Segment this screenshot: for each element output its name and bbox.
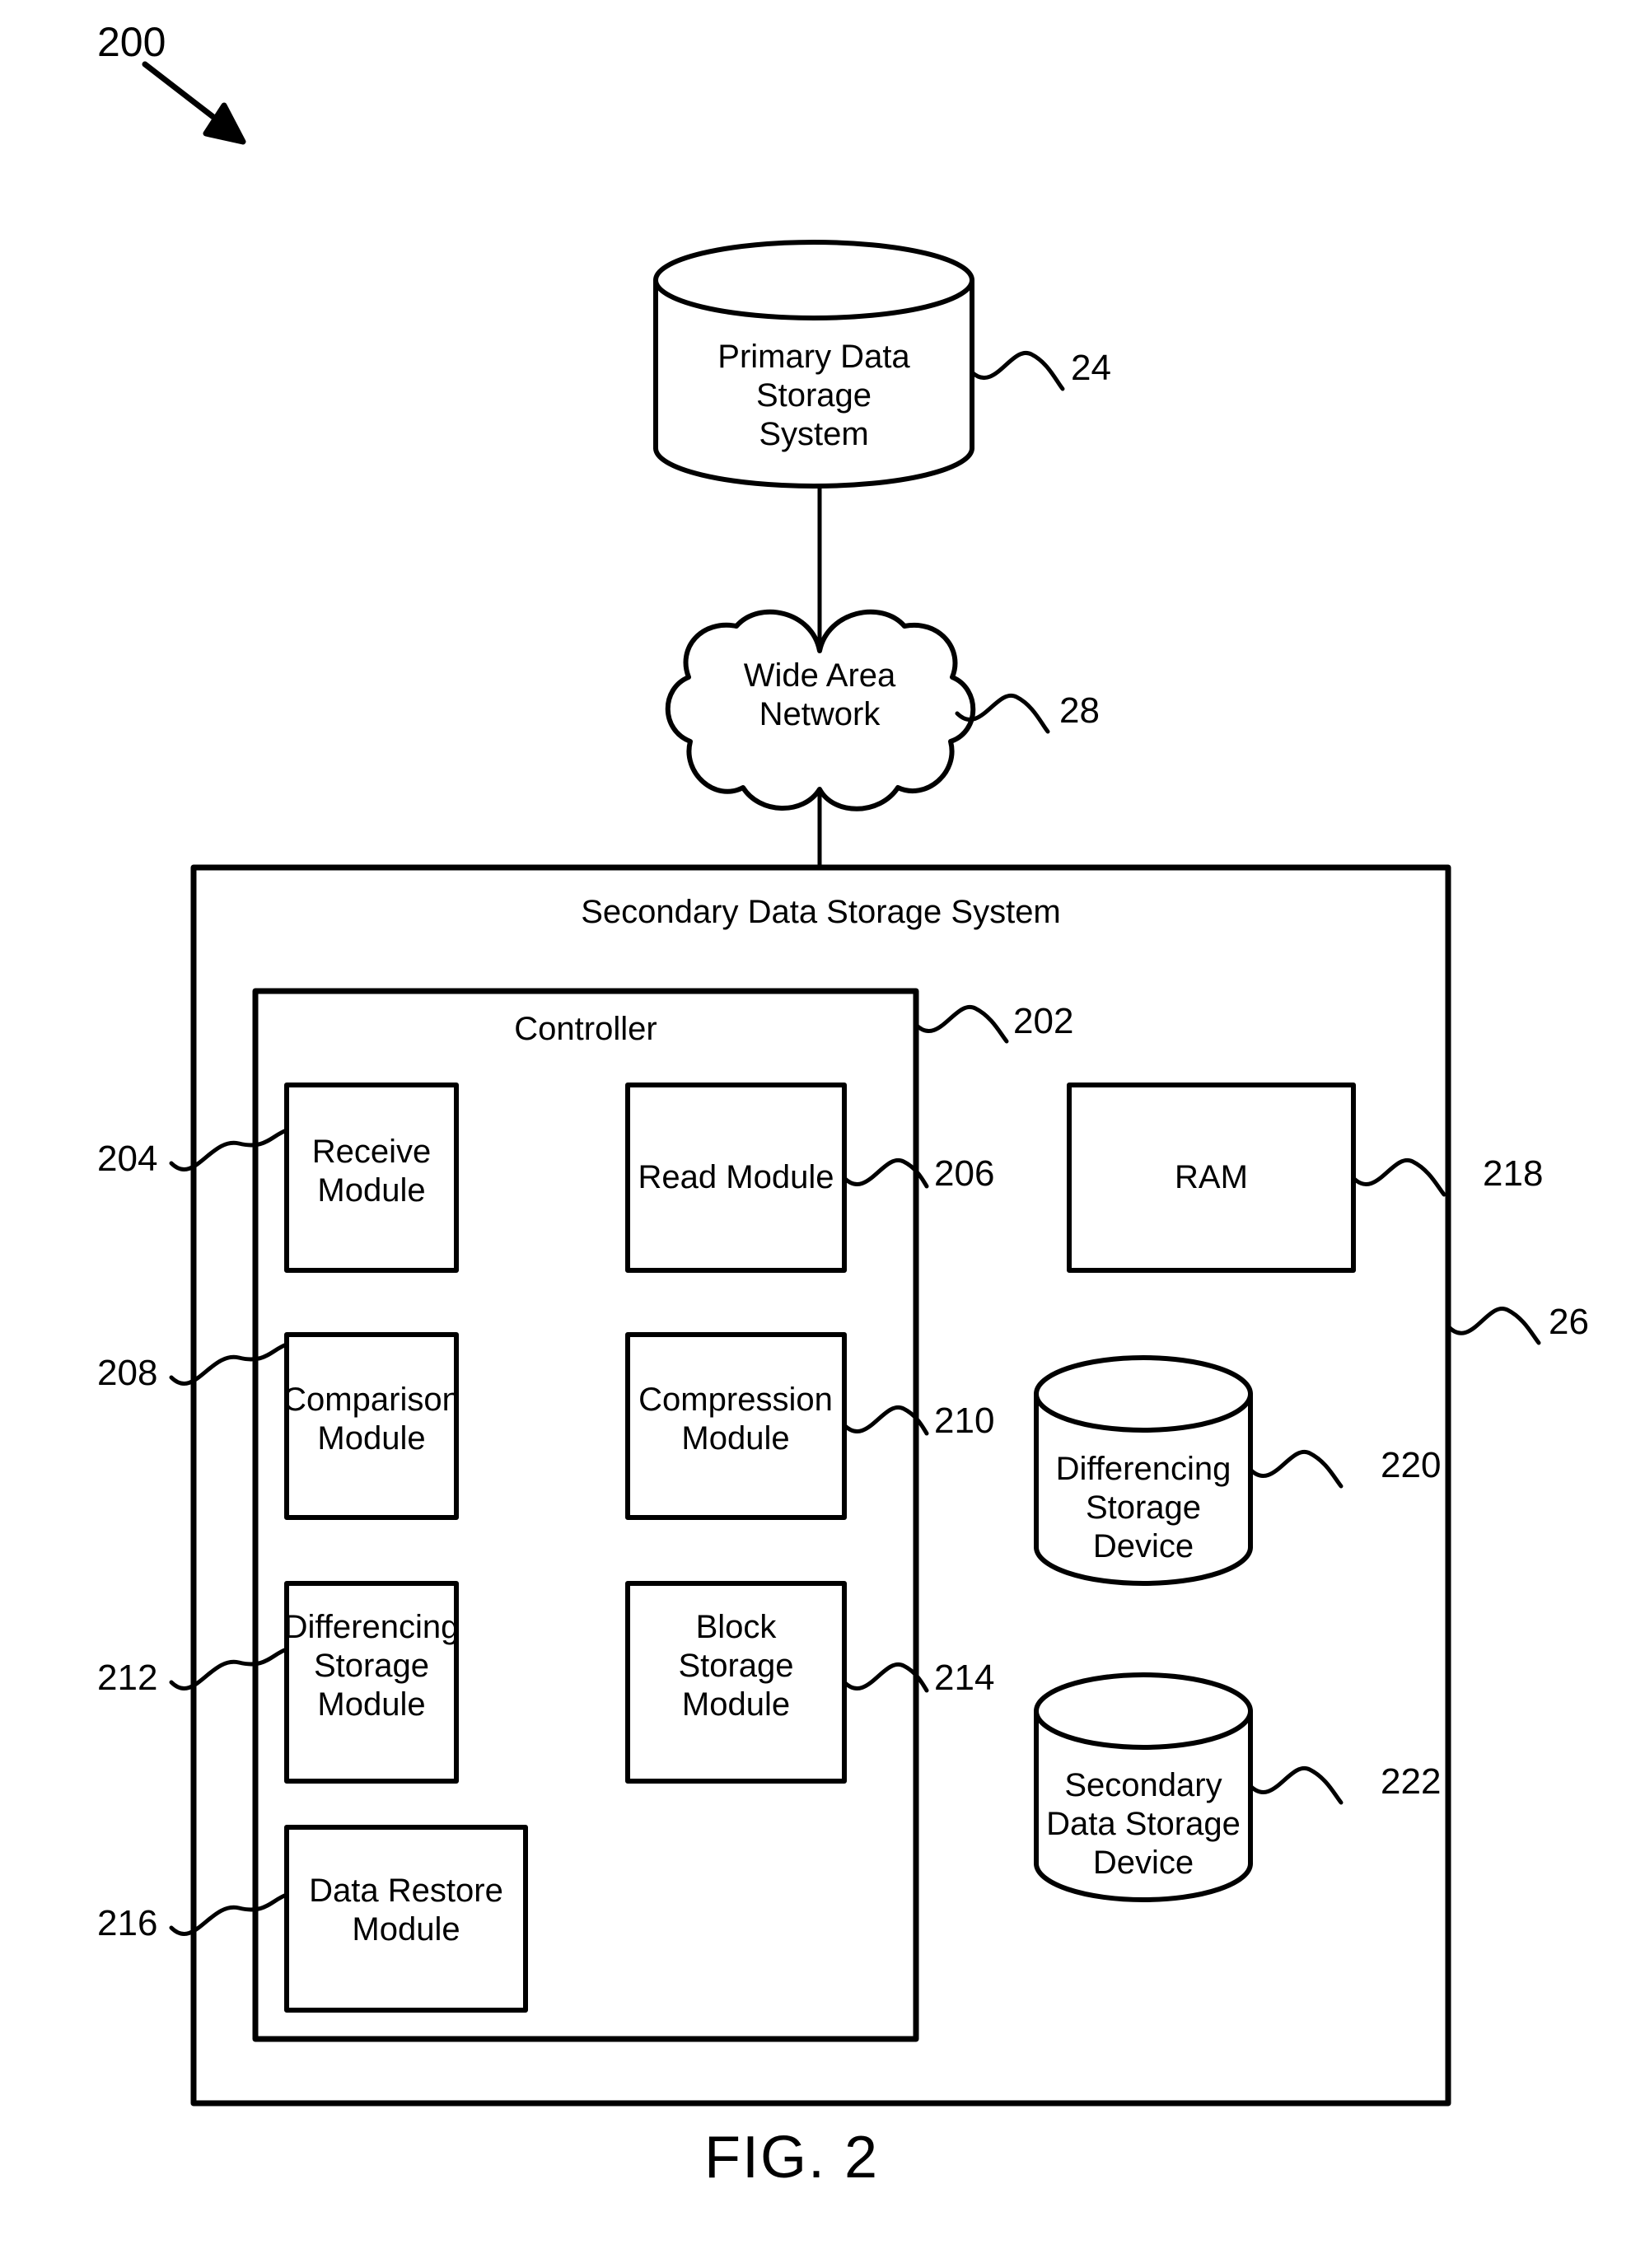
lead-line-202 (914, 1004, 1009, 1044)
lead-line-204 (169, 1128, 289, 1171)
ref-210: 210 (934, 1401, 995, 1441)
lead-line-222 (1248, 1765, 1344, 1805)
secondary-system-title: Secondary Data Storage System (581, 894, 1061, 930)
secondary-storage-device-label: Secondary Data Storage Device (1046, 1767, 1241, 1882)
ref-204: 204 (97, 1139, 158, 1179)
ref-26: 26 (1549, 1302, 1589, 1342)
receive-module-label: Receive Module (311, 1134, 432, 1209)
lead-line-216 (169, 1892, 289, 1936)
ram-label: RAM (1175, 1159, 1248, 1195)
ref-220: 220 (1381, 1445, 1442, 1485)
data-restore-module-label: Data Restore Module (309, 1873, 503, 1948)
ref-216: 216 (97, 1903, 158, 1943)
ref-28: 28 (1059, 690, 1100, 731)
lead-line-218 (1351, 1157, 1446, 1197)
figure-number-arrow (142, 61, 246, 145)
figure-number: 200 (97, 19, 166, 65)
ref-206: 206 (934, 1153, 995, 1194)
primary-storage-label: Primary Data Storage System (717, 339, 910, 453)
read-module-label: Read Module (638, 1159, 834, 1195)
block-storage-module-label: Block Storage Module (678, 1609, 794, 1723)
ref-202: 202 (1013, 1001, 1074, 1041)
ref-212: 212 (97, 1658, 158, 1698)
lead-line-220 (1248, 1449, 1344, 1489)
lead-line-26 (1446, 1306, 1541, 1345)
ref-208: 208 (97, 1353, 158, 1393)
lead-line-212 (169, 1647, 289, 1690)
lead-line-24 (970, 350, 1065, 391)
comparison-module-label: Comparison Module (283, 1382, 460, 1457)
ref-222: 222 (1381, 1761, 1442, 1802)
controller-title: Controller (514, 1011, 657, 1047)
ref-214: 214 (934, 1658, 995, 1698)
wan-label: Wide Area Network (743, 657, 896, 733)
patent-figure-page: 200 Primary Data Storage System 24 Wide … (0, 0, 1631, 2268)
ref-24: 24 (1071, 348, 1111, 388)
differencing-storage-device-label: Differencing Storage Device (1055, 1451, 1231, 1565)
ref-218: 218 (1483, 1153, 1544, 1194)
figure-caption: FIG. 2 (704, 2125, 880, 2191)
differencing-storage-module-label: Differencing Storage Module (283, 1609, 460, 1723)
lead-line-208 (169, 1342, 289, 1386)
compression-module-label: Compression Module (638, 1382, 833, 1457)
